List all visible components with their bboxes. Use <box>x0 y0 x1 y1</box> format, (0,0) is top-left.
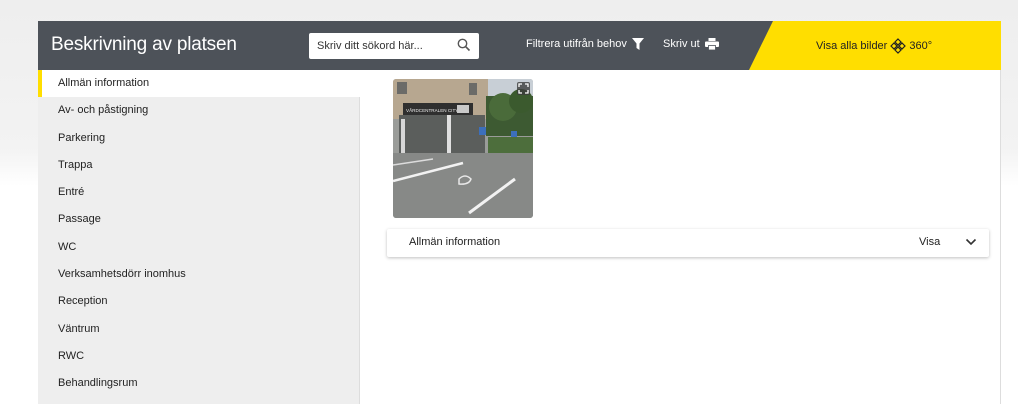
panel-right-border <box>1000 70 1001 404</box>
print-button[interactable]: Skriv ut <box>663 38 719 50</box>
accordion-label: Allmän information <box>409 236 501 248</box>
sidebar-item-reception[interactable]: Reception <box>38 288 359 315</box>
search-input[interactable] <box>309 33 457 59</box>
filter-label: Filtrera utifrån behov <box>526 38 627 50</box>
entrance-photo-image: VÅRDCENTRALEN CITY <box>393 79 533 218</box>
search-box[interactable] <box>309 33 479 59</box>
chevron-down-icon[interactable] <box>965 238 977 246</box>
location-panel: Beskrivning av platsen Filtrera utifrån … <box>38 21 1001 404</box>
rotate-360-icon <box>890 38 907 54</box>
sidebar-item-trappa[interactable]: Trappa <box>38 152 359 179</box>
filter-button[interactable]: Filtrera utifrån behov <box>526 38 644 50</box>
sidebar-nav: Allmän information Av- och påstigning Park… <box>38 70 360 404</box>
location-photo[interactable]: VÅRDCENTRALEN CITY <box>393 79 533 218</box>
sidebar-item-wc[interactable]: WC <box>38 234 359 261</box>
header-bar: Beskrivning av platsen Filtrera utifrån … <box>38 21 1001 70</box>
search-icon[interactable] <box>457 38 471 52</box>
accordion-toggle-label[interactable]: Visa <box>919 236 940 248</box>
sidebar-item-behandlingsrum[interactable]: Behandlingsrum <box>38 370 359 397</box>
sidebar-item-väntrum[interactable]: Väntrum <box>38 316 359 343</box>
photo-sign-text: VÅRDCENTRALEN CITY <box>406 107 458 113</box>
fullscreen-icon[interactable] <box>517 82 530 95</box>
sidebar-item-entr-[interactable]: Entré <box>38 179 359 206</box>
sidebar-item-passage[interactable]: Passage <box>38 206 359 233</box>
page-title: Beskrivning av platsen <box>51 34 237 55</box>
sidebar-item-av-och-påstigning[interactable]: Av- och påstigning <box>38 97 359 124</box>
sidebar-item-verksamhetsdörr-inomhus[interactable]: Verksamhetsdörr inomhus <box>38 261 359 288</box>
print-label: Skriv ut <box>663 38 700 50</box>
sidebar-item-rwc[interactable]: RWC <box>38 343 359 370</box>
sidebar-item-allmän-information[interactable]: Allmän information <box>38 70 360 98</box>
general-info-accordion[interactable]: Allmän information Visa <box>387 229 989 257</box>
view-all-label: Visa alla bilder <box>816 40 888 52</box>
filter-icon <box>631 38 644 50</box>
sidebar-item-parkering[interactable]: Parkering <box>38 125 359 152</box>
printer-icon <box>704 38 719 50</box>
view-360-label: 360° <box>909 40 933 52</box>
view-all-images-button[interactable]: Visa alla bilder 360° <box>749 21 1001 70</box>
